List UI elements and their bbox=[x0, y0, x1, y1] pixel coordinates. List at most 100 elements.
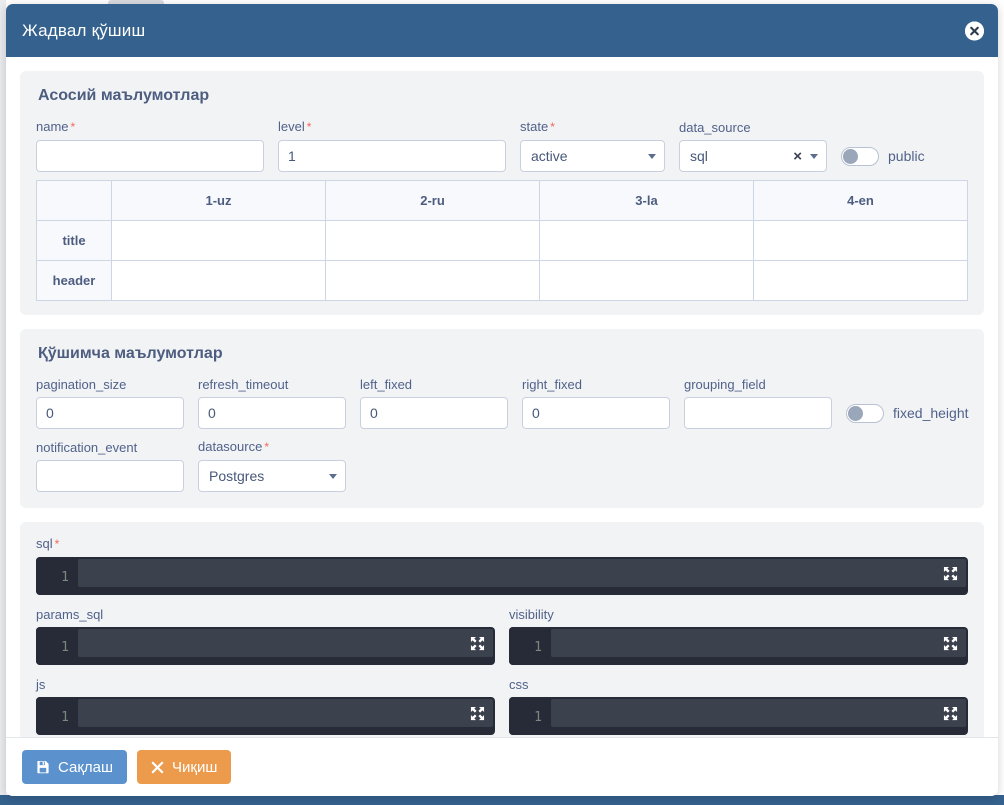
visibility-line-number: 1 bbox=[509, 627, 551, 665]
table-header-row: 1-uz 2-ru 3-la 4-en bbox=[36, 180, 968, 221]
datasource-value: Postgres bbox=[209, 468, 265, 484]
table-corner-cell bbox=[36, 180, 112, 221]
editor-block-sql: sql * 1 bbox=[36, 536, 968, 595]
params-sql-editor[interactable]: 1 bbox=[36, 627, 495, 665]
dialog-title: Жадвал қўшиш bbox=[22, 20, 146, 40]
js-label: js bbox=[36, 677, 46, 692]
css-code-area[interactable] bbox=[551, 699, 966, 727]
css-line-number: 1 bbox=[509, 697, 551, 735]
visibility-code-area[interactable] bbox=[551, 629, 966, 657]
extra-fields-row-2: notification_event datasource * Postgres bbox=[36, 439, 968, 492]
field-state: state * active bbox=[520, 119, 665, 172]
table-col-uz: 1-uz bbox=[111, 180, 326, 221]
chevron-down-icon bbox=[810, 153, 818, 159]
left-fixed-input[interactable] bbox=[360, 397, 508, 429]
params-sql-code-area[interactable] bbox=[78, 629, 493, 657]
field-pagination-size: pagination_size bbox=[36, 377, 184, 429]
field-refresh-timeout: refresh_timeout bbox=[198, 377, 346, 429]
params-sql-label: params_sql bbox=[36, 607, 104, 622]
name-input[interactable] bbox=[36, 140, 264, 172]
table-row: title bbox=[36, 220, 968, 261]
params-sql-line-number: 1 bbox=[36, 627, 78, 665]
expand-arrows-icon[interactable] bbox=[943, 706, 958, 721]
required-star: * bbox=[54, 537, 60, 551]
title-la-cell[interactable] bbox=[539, 220, 754, 261]
state-label: state * bbox=[520, 119, 555, 134]
required-star: * bbox=[306, 120, 312, 134]
field-data-source: data_source sql × bbox=[679, 120, 827, 172]
state-select[interactable]: active bbox=[520, 140, 665, 172]
editor-row-params-visibility: params_sql 1 visibility 1 bbox=[36, 607, 968, 677]
public-toggle-label: public bbox=[888, 148, 925, 164]
right-fixed-label: right_fixed bbox=[522, 377, 582, 392]
datasource-select[interactable]: Postgres bbox=[198, 460, 346, 492]
visibility-editor[interactable]: 1 bbox=[509, 627, 968, 665]
save-button[interactable]: Сақлаш bbox=[22, 750, 128, 784]
expand-arrows-icon[interactable] bbox=[470, 636, 485, 651]
field-grouping-field: grouping_field bbox=[684, 377, 832, 429]
field-left-fixed: left_fixed bbox=[360, 377, 508, 429]
level-label: level * bbox=[278, 119, 312, 134]
sql-code-area[interactable] bbox=[78, 559, 966, 587]
field-datasource: datasource * Postgres bbox=[198, 439, 346, 492]
editor-row-js-css: js 1 css 1 bbox=[36, 677, 968, 737]
grouping-field-input[interactable] bbox=[684, 397, 832, 429]
notification-event-input[interactable] bbox=[36, 460, 184, 492]
required-star: * bbox=[70, 120, 76, 134]
field-right-fixed: right_fixed bbox=[522, 377, 670, 429]
title-uz-cell[interactable] bbox=[111, 220, 326, 261]
row-label-header: header bbox=[36, 260, 112, 301]
add-table-dialog: Жадвал қўшиш Асосий маълумотлар name * le… bbox=[6, 4, 998, 796]
chevron-down-icon bbox=[648, 153, 656, 159]
js-line-number: 1 bbox=[36, 697, 78, 735]
chevron-down-icon bbox=[329, 473, 337, 479]
expand-arrows-icon[interactable] bbox=[943, 566, 958, 581]
level-input[interactable] bbox=[278, 140, 506, 172]
pagination-size-input[interactable] bbox=[36, 397, 184, 429]
expand-arrows-icon[interactable] bbox=[943, 636, 958, 651]
dialog-body: Асосий маълумотлар name* level* state* a… bbox=[6, 57, 998, 737]
right-fixed-input[interactable] bbox=[522, 397, 670, 429]
header-ru-cell[interactable] bbox=[325, 260, 540, 301]
table-col-en: 4-en bbox=[753, 180, 968, 221]
grouping-field-label: grouping_field bbox=[684, 377, 766, 392]
header-en-cell[interactable] bbox=[753, 260, 968, 301]
field-name: name * bbox=[36, 119, 264, 172]
header-uz-cell[interactable] bbox=[111, 260, 326, 301]
extra-fields-row-1: pagination_size refresh_timeout left_fix… bbox=[36, 377, 969, 429]
js-code-area[interactable] bbox=[78, 699, 493, 727]
dialog-footer: Сақлаш Чиқиш bbox=[6, 737, 998, 796]
clear-x-icon[interactable]: × bbox=[793, 149, 802, 164]
title-en-cell[interactable] bbox=[753, 220, 968, 261]
public-toggle[interactable] bbox=[841, 146, 879, 166]
public-toggle-wrap: public bbox=[841, 140, 925, 172]
editor-block-visibility: visibility 1 bbox=[509, 607, 968, 665]
datasource-label: datasource * bbox=[198, 439, 269, 454]
title-ru-cell[interactable] bbox=[325, 220, 540, 261]
toggle-knob bbox=[843, 148, 858, 164]
main-info-fields-row: name* level* state* active data_source bbox=[36, 119, 968, 172]
header-la-cell[interactable] bbox=[539, 260, 754, 301]
background-bottom-strip bbox=[0, 795, 1004, 805]
expand-arrows-icon[interactable] bbox=[470, 706, 485, 721]
data-source-label: data_source bbox=[679, 120, 751, 135]
table-row: header bbox=[36, 260, 968, 301]
sql-editor[interactable]: 1 bbox=[36, 557, 968, 595]
floppy-save-icon bbox=[36, 760, 50, 774]
editor-block-js: js 1 bbox=[36, 677, 495, 735]
field-notification-event: notification_event bbox=[36, 440, 184, 492]
data-source-select[interactable]: sql × bbox=[679, 140, 827, 172]
left-fixed-label: left_fixed bbox=[360, 377, 413, 392]
extra-info-panel: Қўшимча маълумотлар pagination_size refr… bbox=[20, 329, 984, 508]
translations-table: 1-uz 2-ru 3-la 4-en title header bbox=[36, 180, 968, 301]
refresh-timeout-input[interactable] bbox=[198, 397, 346, 429]
fixed-height-toggle[interactable] bbox=[846, 403, 884, 423]
table-col-la: 3-la bbox=[539, 180, 754, 221]
sql-label: sql * bbox=[36, 536, 60, 551]
close-icon[interactable] bbox=[965, 21, 984, 40]
visibility-label: visibility bbox=[509, 607, 554, 622]
css-editor[interactable]: 1 bbox=[509, 697, 968, 735]
js-editor[interactable]: 1 bbox=[36, 697, 495, 735]
sql-line-number: 1 bbox=[36, 557, 78, 595]
exit-button[interactable]: Чиқиш bbox=[137, 750, 232, 784]
